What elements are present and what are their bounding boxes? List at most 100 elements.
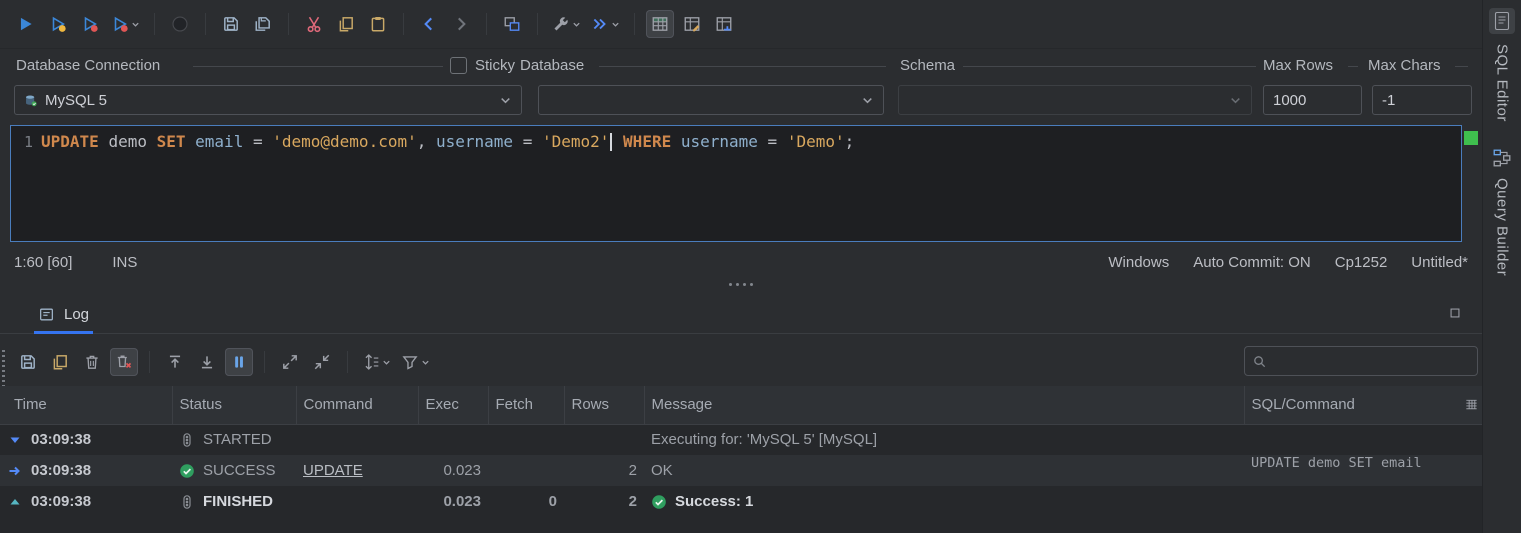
sql-token: = — [243, 132, 273, 151]
caret-position: 1:60 [60] — [14, 253, 73, 271]
save-button[interactable] — [217, 10, 245, 38]
main-area: Database Connection Sticky Database Sche… — [0, 0, 1482, 533]
column-setup-icon[interactable] — [1464, 397, 1479, 412]
toolbar-separator — [634, 13, 635, 35]
log-rows: 2 — [628, 462, 637, 479]
max-rows-label: Max Rows — [1263, 57, 1334, 74]
database-connection-label: Database Connection — [16, 57, 161, 74]
row-height-menu-button[interactable] — [359, 348, 394, 376]
toolbar-separator — [149, 351, 150, 373]
log-exec — [418, 424, 488, 455]
paste-button[interactable] — [364, 10, 392, 38]
field-divider — [1348, 66, 1358, 67]
expand-all-button[interactable] — [276, 348, 304, 376]
copy-button[interactable] — [332, 10, 360, 38]
code-line: 1 UPDATE demo SET email = 'demo@demo.com… — [11, 126, 1461, 155]
scroll-bottom-button[interactable] — [193, 348, 221, 376]
log-message: OK — [651, 462, 673, 479]
status-item-windows: Windows — [1108, 253, 1170, 271]
max-chars-input[interactable] — [1372, 85, 1472, 115]
tools-menu-button[interactable] — [549, 10, 584, 38]
search-input[interactable] — [1271, 351, 1470, 371]
rail-tab-sql-editor[interactable]: SQL Editor — [1483, 0, 1521, 122]
editor-health-indicator[interactable] — [1464, 131, 1478, 145]
toolbar-separator — [288, 13, 289, 35]
database-select[interactable] — [538, 85, 884, 115]
database-label: Database — [520, 57, 585, 74]
collapse-all-button[interactable] — [308, 348, 336, 376]
log-rows: 2 — [628, 493, 637, 510]
command-link[interactable]: UPDATE — [303, 462, 363, 479]
log-table: Time Status Command Exec Fetch Rows Message SQL… — [0, 386, 1482, 533]
query-builder-icon — [1492, 148, 1512, 168]
toolbar-separator — [537, 13, 538, 35]
column-header-message[interactable]: Message — [644, 386, 1245, 425]
run-script-button[interactable] — [76, 10, 104, 38]
back-button[interactable] — [415, 10, 443, 38]
log-row[interactable]: 03:09:38 STARTED Executing for: 'MySQL 5' … — [0, 424, 1482, 455]
rail-tab-query-builder[interactable]: Query Builder — [1483, 140, 1521, 276]
clear-before-run-button[interactable] — [110, 348, 138, 376]
maximize-panel-icon[interactable] — [1448, 306, 1462, 320]
tab-log[interactable]: Log — [34, 298, 94, 334]
copy-log-button[interactable] — [46, 348, 74, 376]
sql-token: WHERE — [623, 132, 672, 151]
sql-token: = — [757, 132, 787, 151]
field-divider — [963, 66, 1256, 67]
save-log-button[interactable] — [14, 348, 42, 376]
chevron-down-icon — [861, 94, 874, 107]
stop-button[interactable] — [166, 10, 194, 38]
sql-editor-area[interactable]: 1 UPDATE demo SET email = 'demo@demo.com… — [10, 125, 1462, 242]
column-header-command[interactable]: Command — [296, 386, 419, 425]
cut-button[interactable] — [300, 10, 328, 38]
column-header-rows[interactable]: Rows — [564, 386, 645, 425]
run-script-menu-button[interactable] — [108, 10, 143, 38]
run-button[interactable] — [12, 10, 40, 38]
current-marker-icon — [7, 463, 23, 479]
grid-export-button[interactable] — [710, 10, 738, 38]
sticky-label: Sticky — [475, 57, 516, 74]
right-rail: SQL Editor Query Builder — [1482, 0, 1521, 533]
connection-select[interactable]: MySQL 5 — [14, 85, 522, 115]
field-divider — [599, 66, 886, 67]
toolbar-drag-handle[interactable] — [2, 350, 5, 388]
forward-button[interactable] — [447, 10, 475, 38]
log-status: SUCCESS — [203, 462, 276, 479]
save-all-button[interactable] — [249, 10, 277, 38]
execute-menu-button[interactable] — [588, 10, 623, 38]
new-window-button[interactable] — [498, 10, 526, 38]
sql-token: 'Demo2' — [541, 132, 610, 151]
search-icon — [1252, 354, 1267, 369]
schema-select[interactable] — [898, 85, 1252, 115]
scroll-top-button[interactable] — [161, 348, 189, 376]
max-chars-label: Max Chars — [1368, 57, 1441, 74]
column-header-time[interactable]: Time — [0, 386, 173, 425]
grid-edit-button[interactable] — [678, 10, 706, 38]
state-icon — [179, 432, 195, 448]
log-row[interactable]: 03:09:38 FINISHED 0.023 0 2 Success: 1 — [0, 486, 1482, 517]
clear-log-button[interactable] — [78, 348, 106, 376]
sql-token: demo — [108, 132, 147, 151]
follow-tail-button[interactable] — [225, 348, 253, 376]
run-current-button[interactable] — [44, 10, 72, 38]
sql-token: , — [416, 132, 436, 151]
result-grid-button[interactable] — [646, 10, 674, 38]
log-row[interactable]: 03:09:38 SUCCESS UPDATE 0.023 2 OK UPDATE demo… — [0, 455, 1482, 486]
filter-menu-button[interactable] — [398, 348, 433, 376]
log-fetch — [488, 424, 564, 455]
success-icon — [179, 463, 195, 479]
column-header-fetch[interactable]: Fetch — [488, 386, 565, 425]
sticky-checkbox[interactable] — [450, 57, 467, 74]
log-sql — [1244, 486, 1482, 517]
column-header-status[interactable]: Status — [172, 386, 297, 425]
column-header-exec[interactable]: Exec — [418, 386, 489, 425]
max-rows-input[interactable] — [1263, 85, 1362, 115]
log-table-body: 03:09:38 STARTED Executing for: 'MySQL 5' … — [0, 424, 1482, 517]
log-exec: 0.023 — [443, 493, 481, 510]
sql-token: 'Demo' — [786, 132, 845, 151]
panel-splitter[interactable] — [0, 276, 1482, 292]
rail-tab-label: SQL Editor — [1493, 44, 1511, 122]
column-header-sql[interactable]: SQL/Command — [1244, 386, 1482, 425]
